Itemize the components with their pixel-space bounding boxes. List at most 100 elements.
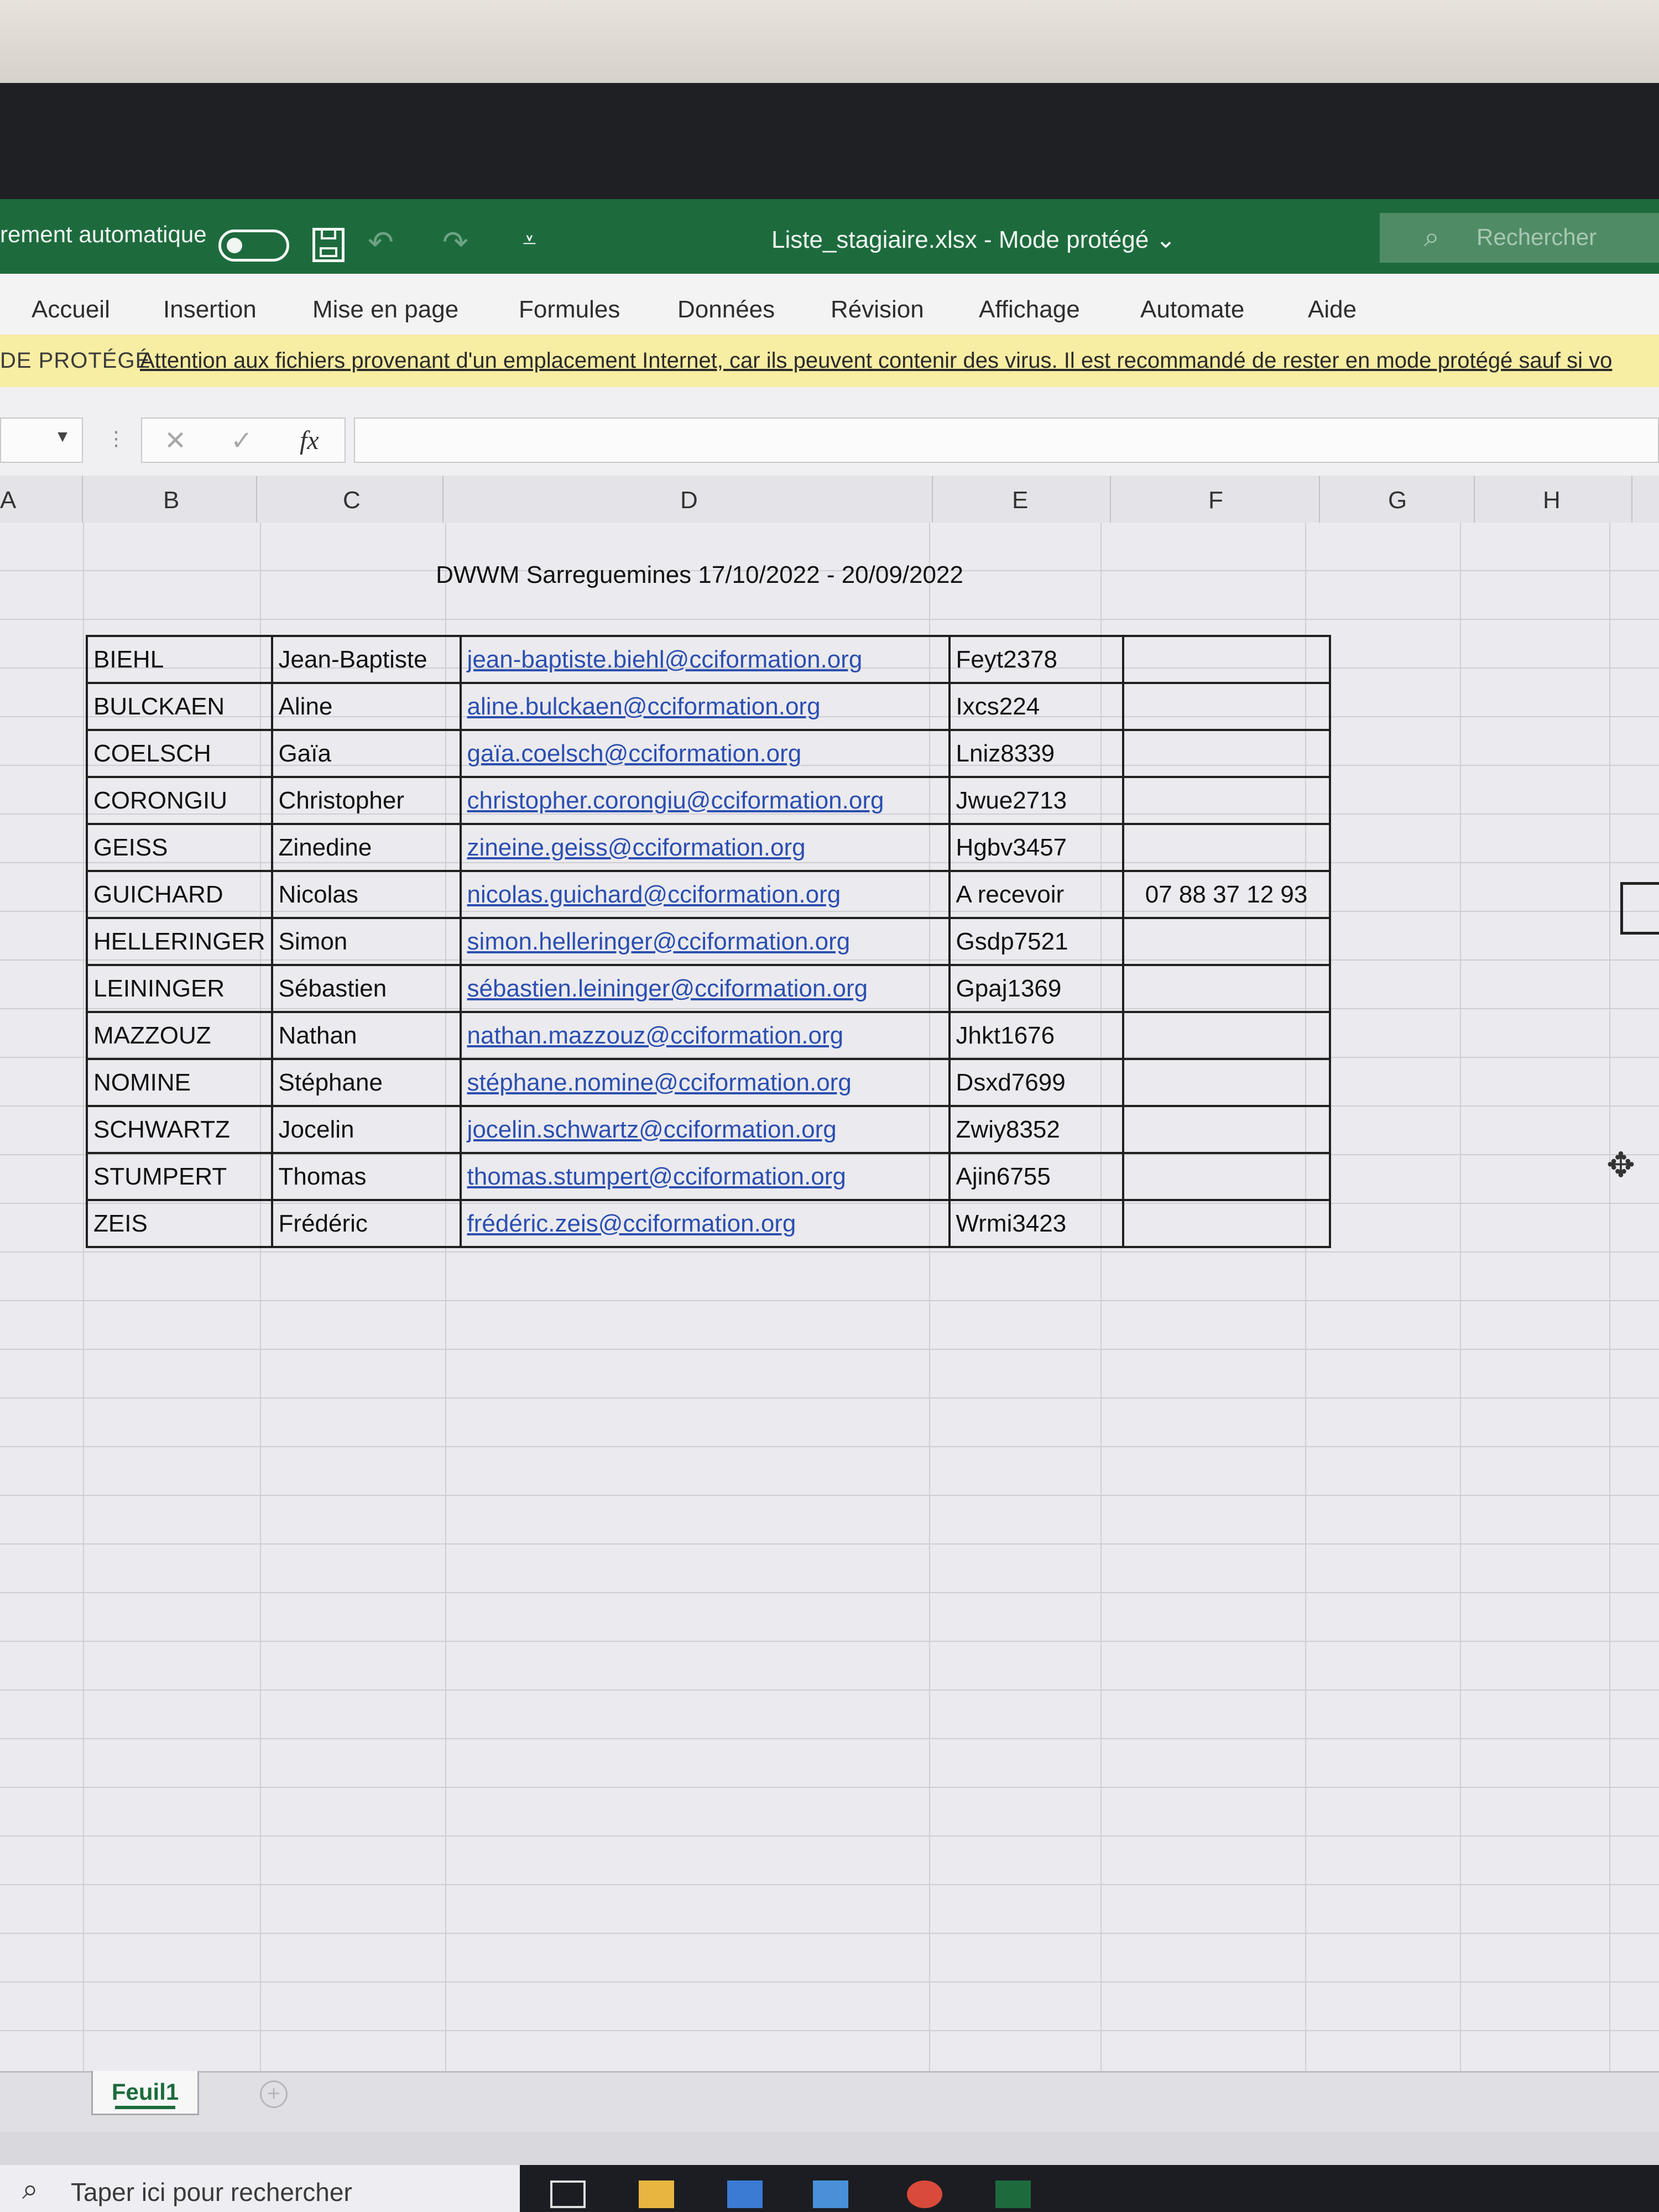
table-cell[interactable]: sébastien.leininger@cciformation.org [459, 964, 951, 1013]
table-cell[interactable]: Jean-Baptiste [270, 635, 462, 684]
email-link[interactable]: thomas.stumpert@cciformation.org [467, 1163, 846, 1190]
name-box[interactable]: ▼ [0, 418, 83, 463]
table-cell[interactable]: Lniz8339 [948, 729, 1124, 778]
column-separator[interactable] [1110, 476, 1111, 523]
task-view-icon[interactable] [550, 2180, 586, 2208]
column-separator[interactable] [1319, 476, 1320, 523]
table-cell[interactable]: Zinedine [270, 823, 462, 872]
table-cell[interactable]: stéphane.nomine@cciformation.org [459, 1058, 951, 1107]
email-link[interactable]: nathan.mazzouz@cciformation.org [467, 1022, 844, 1049]
table-cell[interactable]: BULCKAEN [86, 682, 273, 731]
table-cell[interactable] [1121, 1011, 1331, 1060]
table-cell[interactable]: Wrmi3423 [948, 1199, 1124, 1248]
table-cell[interactable] [1121, 1199, 1331, 1248]
table-cell[interactable]: Hgbv3457 [948, 823, 1124, 872]
save-icon[interactable] [312, 228, 345, 262]
table-cell[interactable]: Aline [270, 682, 462, 731]
table-cell[interactable] [1121, 776, 1331, 825]
taskbar-search[interactable]: ⌕ Taper ici pour rechercher [0, 2165, 520, 2212]
table-cell[interactable] [1121, 964, 1331, 1013]
customize-quick-access-icon[interactable]: ⩡ [523, 227, 536, 254]
autosave-toggle[interactable] [218, 229, 289, 262]
table-cell[interactable]: 07 88 37 12 93 [1121, 870, 1331, 919]
column-separator[interactable] [1631, 476, 1632, 523]
table-cell[interactable]: Nicolas [270, 870, 462, 919]
table-cell[interactable]: BIEHL [86, 635, 273, 684]
column-header-c[interactable]: C [343, 487, 361, 514]
email-link[interactable]: christopher.corongiu@cciformation.org [467, 787, 884, 814]
table-cell[interactable]: simon.helleringer@cciformation.org [459, 917, 951, 966]
table-cell[interactable]: GEISS [86, 823, 273, 872]
sheet-tab-feuil1[interactable]: Feuil1 [91, 2071, 199, 2115]
excel-icon[interactable] [995, 2180, 1031, 2208]
tab-aide[interactable]: Aide [1308, 296, 1357, 324]
table-cell[interactable]: COELSCH [86, 729, 273, 778]
email-link[interactable]: nicolas.guichard@cciformation.org [467, 881, 841, 908]
column-separator[interactable] [256, 476, 257, 523]
table-cell[interactable]: ZEIS [86, 1199, 273, 1248]
table-cell[interactable]: Feyt2378 [948, 635, 1124, 684]
email-link[interactable]: frédéric.zeis@cciformation.org [467, 1210, 796, 1237]
tab-formules[interactable]: Formules [519, 296, 620, 324]
table-cell[interactable]: Jwue2713 [948, 776, 1124, 825]
tab-donnees[interactable]: Données [677, 296, 775, 324]
column-header-g[interactable]: G [1388, 487, 1407, 514]
more-options-icon[interactable]: ⋮ [106, 427, 126, 450]
table-cell[interactable]: gaïa.coelsch@cciformation.org [459, 729, 951, 778]
formula-input[interactable] [354, 418, 1659, 463]
table-cell[interactable] [1121, 1152, 1331, 1201]
column-header-a[interactable]: A [0, 487, 16, 514]
table-cell[interactable]: Stéphane [270, 1058, 462, 1107]
table-cell[interactable]: GUICHARD [86, 870, 273, 919]
table-cell[interactable]: STUMPERT [86, 1152, 273, 1201]
table-cell[interactable]: Sébastien [270, 964, 462, 1013]
email-link[interactable]: simon.helleringer@cciformation.org [467, 928, 851, 955]
table-cell[interactable]: Simon [270, 917, 462, 966]
tab-affichage[interactable]: Affichage [979, 296, 1080, 324]
table-cell[interactable]: jean-baptiste.biehl@cciformation.org [459, 635, 951, 684]
table-cell[interactable] [1121, 729, 1331, 778]
email-link[interactable]: zineine.geiss@cciformation.org [467, 834, 806, 861]
email-link[interactable]: sébastien.leininger@cciformation.org [467, 975, 868, 1002]
column-header-f[interactable]: F [1208, 487, 1223, 514]
table-cell[interactable] [1121, 682, 1331, 731]
search-box[interactable]: ⌕ Rechercher [1380, 213, 1659, 263]
email-link[interactable]: gaïa.coelsch@cciformation.org [467, 740, 802, 767]
redo-icon[interactable]: ↷ [442, 224, 468, 260]
table-cell[interactable]: CORONGIU [86, 776, 273, 825]
table-cell[interactable]: Dsxd7699 [948, 1058, 1124, 1107]
protected-view-message[interactable]: Attention aux fichiers provenant d'un em… [140, 348, 1612, 373]
column-separator[interactable] [1474, 476, 1475, 523]
table-cell[interactable]: Thomas [270, 1152, 462, 1201]
email-link[interactable]: aline.bulckaen@cciformation.org [467, 693, 821, 720]
cancel-icon[interactable]: ✕ [164, 425, 186, 456]
sheet-banner-cell[interactable]: DWWM Sarreguemines 17/10/2022 - 20/09/20… [83, 561, 1316, 589]
insert-function-icon[interactable]: fx [300, 425, 319, 456]
file-title[interactable]: Liste_stagiaire.xlsx - Mode protégé ⌄ [771, 226, 1176, 254]
tab-accueil[interactable]: Accueil [32, 296, 110, 324]
table-cell[interactable]: Jhkt1676 [948, 1011, 1124, 1060]
column-header-d[interactable]: D [680, 487, 698, 514]
table-cell[interactable]: Gaïa [270, 729, 462, 778]
table-cell[interactable]: Ajin6755 [948, 1152, 1124, 1201]
table-cell[interactable]: LEININGER [86, 964, 273, 1013]
table-cell[interactable]: Frédéric [270, 1199, 462, 1248]
table-cell[interactable]: Ixcs224 [948, 682, 1124, 731]
table-cell[interactable]: Christopher [270, 776, 462, 825]
store-icon[interactable] [727, 2180, 763, 2208]
email-link[interactable]: jocelin.schwartz@cciformation.org [467, 1116, 837, 1143]
table-cell[interactable]: thomas.stumpert@cciformation.org [459, 1152, 951, 1201]
table-cell[interactable]: aline.bulckaen@cciformation.org [459, 682, 951, 731]
selected-cell[interactable] [1620, 882, 1659, 935]
table-cell[interactable]: Gsdp7521 [948, 917, 1124, 966]
table-cell[interactable] [1121, 1105, 1331, 1154]
table-cell[interactable]: MAZZOUZ [86, 1011, 273, 1060]
chevron-down-icon[interactable]: ▼ [54, 427, 71, 446]
table-cell[interactable] [1121, 1058, 1331, 1107]
table-cell[interactable]: jocelin.schwartz@cciformation.org [459, 1105, 951, 1154]
table-cell[interactable]: zineine.geiss@cciformation.org [459, 823, 951, 872]
table-cell[interactable]: Zwiy8352 [948, 1105, 1124, 1154]
table-cell[interactable]: HELLERINGER [86, 917, 273, 966]
tab-mise-en-page[interactable]: Mise en page [312, 296, 458, 324]
column-separator[interactable] [82, 476, 83, 523]
